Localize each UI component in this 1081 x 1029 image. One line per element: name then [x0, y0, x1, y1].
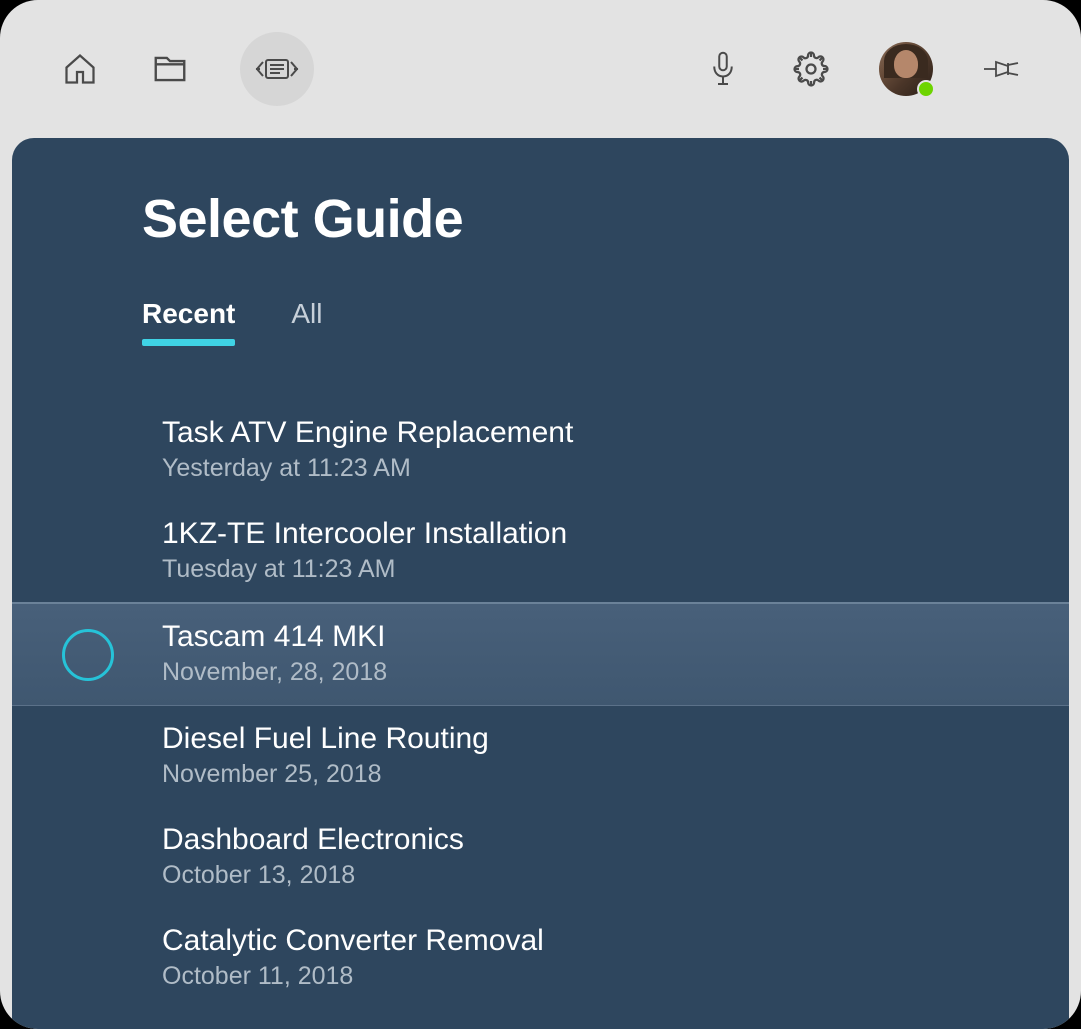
- gear-icon: [793, 51, 829, 87]
- page-title: Select Guide: [12, 188, 1069, 250]
- presence-indicator: [917, 80, 935, 98]
- content-panel: Select Guide Recent All Task ATV Engine …: [12, 138, 1069, 1029]
- guide-list: Task ATV Engine Replacement Yesterday at…: [12, 400, 1069, 1009]
- guide-title: Diesel Fuel Line Routing: [162, 722, 1069, 756]
- guide-item[interactable]: Catalytic Converter Removal October 11, …: [12, 908, 1069, 1009]
- settings-button[interactable]: [791, 49, 831, 89]
- guide-title: Dashboard Electronics: [162, 823, 1069, 857]
- microphone-button[interactable]: [703, 49, 743, 89]
- pin-button[interactable]: [981, 49, 1021, 89]
- guide-item[interactable]: Dashboard Electronics October 13, 2018: [12, 807, 1069, 908]
- app-window: Select Guide Recent All Task ATV Engine …: [0, 0, 1081, 1029]
- guide-date: November 25, 2018: [162, 760, 1069, 789]
- guide-item[interactable]: Diesel Fuel Line Routing November 25, 20…: [12, 706, 1069, 807]
- guide-item[interactable]: Task ATV Engine Replacement Yesterday at…: [12, 400, 1069, 501]
- home-button[interactable]: [60, 49, 100, 89]
- user-avatar[interactable]: [879, 42, 933, 96]
- guide-date: Tuesday at 11:23 AM: [162, 555, 1069, 584]
- guide-title: Task ATV Engine Replacement: [162, 416, 1069, 450]
- guide-date: November, 28, 2018: [162, 658, 1069, 687]
- guide-date: October 11, 2018: [162, 962, 1069, 991]
- toolbar-right: [703, 42, 1021, 96]
- tab-recent[interactable]: Recent: [142, 298, 235, 346]
- guide-title: 1KZ-TE Intercooler Installation: [162, 517, 1069, 551]
- microphone-icon: [708, 50, 738, 88]
- folder-button[interactable]: [150, 49, 190, 89]
- guide-item[interactable]: 1KZ-TE Intercooler Installation Tuesday …: [12, 501, 1069, 602]
- guide-item[interactable]: Tascam 414 MKI November, 28, 2018: [12, 602, 1069, 706]
- guide-title: Catalytic Converter Removal: [162, 924, 1069, 958]
- tabs: Recent All: [12, 298, 1069, 346]
- guides-icon: [255, 54, 299, 84]
- folder-icon: [151, 50, 189, 88]
- selection-indicator: [62, 629, 114, 681]
- home-icon: [62, 51, 98, 87]
- pin-icon: [982, 55, 1020, 83]
- guides-button[interactable]: [240, 32, 314, 106]
- guide-title: Tascam 414 MKI: [162, 620, 1069, 654]
- guide-date: Yesterday at 11:23 AM: [162, 454, 1069, 483]
- tab-all[interactable]: All: [291, 298, 322, 346]
- toolbar-left: [60, 32, 314, 106]
- toolbar: [0, 0, 1081, 138]
- guide-date: October 13, 2018: [162, 861, 1069, 890]
